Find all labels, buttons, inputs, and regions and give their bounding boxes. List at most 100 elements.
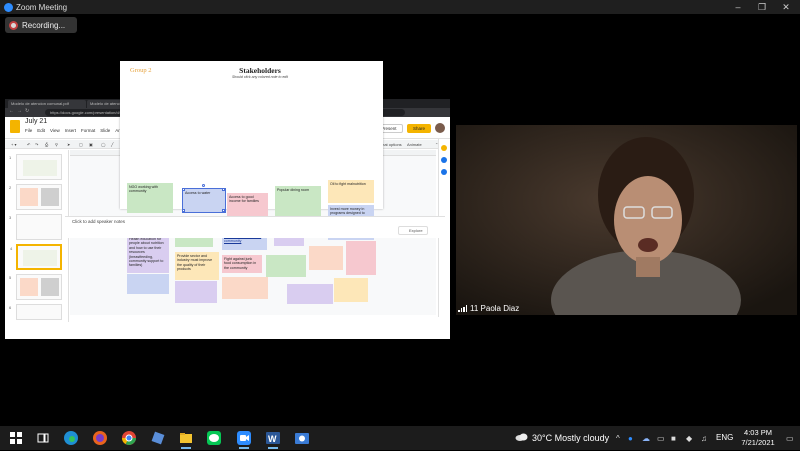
menu-slide[interactable]: Slide	[100, 128, 110, 133]
taskbar	[0, 426, 800, 450]
resize-handle[interactable]	[222, 209, 225, 212]
sticky-note-empty[interactable]	[309, 246, 343, 270]
forward-icon[interactable]: →	[17, 108, 22, 114]
group-label: Group 2	[130, 67, 152, 74]
explore-button[interactable]: Explore	[398, 226, 428, 235]
clock[interactable]: 4:03 PM 7/21/2021	[738, 428, 778, 448]
start-icon[interactable]	[8, 430, 24, 446]
slide-thumbnail[interactable]: 1	[9, 154, 62, 180]
participant-name: 11 Paola Diaz	[470, 304, 520, 313]
restore-icon[interactable]: ❐	[752, 0, 772, 14]
zoom-tray-icon[interactable]: ●	[628, 434, 633, 443]
participant-video-feed	[456, 125, 797, 315]
sticky-note-empty[interactable]	[346, 241, 376, 275]
sticky-note-empty[interactable]	[175, 281, 217, 303]
sticky-note-empty[interactable]	[334, 278, 368, 302]
camera-icon[interactable]	[294, 430, 310, 446]
contacts-icon[interactable]	[441, 169, 447, 175]
resize-handle[interactable]	[182, 188, 185, 191]
sticky-note-empty[interactable]	[127, 274, 169, 294]
weather-temp: 30°C	[532, 433, 553, 443]
slides-logo-icon[interactable]	[10, 120, 20, 133]
battery-icon[interactable]: ▭	[657, 434, 665, 443]
resize-handle[interactable]	[182, 209, 185, 212]
sticky-note[interactable]: Oil to fight malnutrition	[328, 180, 374, 203]
word-icon[interactable]: W	[265, 430, 281, 449]
notifications-icon[interactable]: ▭	[786, 434, 794, 443]
tasks-icon[interactable]	[441, 157, 447, 163]
slide-title: Stakeholders	[239, 66, 281, 75]
menu-edit[interactable]: Edit	[37, 128, 45, 133]
sticky-note[interactable]: Health education for people about nutrit…	[127, 235, 169, 273]
recording-label: Recording...	[22, 20, 66, 30]
rotate-handle[interactable]	[202, 184, 205, 187]
edge-icon[interactable]	[63, 430, 79, 446]
wifi-icon[interactable]: ◆	[686, 434, 692, 443]
sticky-note[interactable]: NGO working with community	[127, 183, 173, 213]
clock-time: 4:03 PM	[744, 428, 772, 437]
account-avatar[interactable]	[435, 123, 445, 133]
zoom-logo-icon	[4, 2, 13, 12]
weather-widget[interactable]: 30°C Mostly cloudy	[532, 433, 609, 443]
reload-icon[interactable]: ↻	[25, 108, 29, 114]
slide-filmstrip: 1 2 3 4 5 6	[5, 150, 69, 322]
image-icon[interactable]: ▣	[89, 142, 93, 147]
signal-icon	[458, 305, 467, 312]
line-icon[interactable]: ╱	[111, 142, 113, 147]
onedrive-icon[interactable]: ☁	[642, 434, 650, 443]
cursor-icon[interactable]: ➤	[67, 142, 70, 147]
language-indicator[interactable]: ENG	[716, 433, 733, 442]
add-slide-icon[interactable]: + ▾	[11, 142, 16, 147]
zoom-select-icon[interactable]: ⚲	[55, 142, 58, 147]
resize-handle[interactable]	[222, 188, 225, 191]
share-button[interactable]: Share	[407, 124, 431, 133]
firefox-icon[interactable]	[92, 430, 108, 446]
slide-thumbnail[interactable]: 6	[9, 304, 62, 320]
sticky-note[interactable]: Fight against junk food consumption in t…	[222, 255, 262, 273]
close-icon[interactable]: ✕	[776, 0, 796, 14]
minimize-icon[interactable]: –	[728, 0, 748, 14]
cloud-icon[interactable]	[515, 432, 528, 441]
menu-file[interactable]: File	[25, 128, 32, 133]
shape-icon[interactable]: ◯	[101, 142, 105, 147]
slide-thumbnail-selected[interactable]: 4	[10, 244, 62, 270]
browser-tab[interactable]: Modelo de atencion comunal.pdf	[8, 100, 86, 108]
textbox-icon[interactable]: ▢	[79, 142, 83, 147]
window-title: Zoom Meeting	[16, 2, 68, 12]
slide-thumbnail[interactable]: 5	[9, 274, 62, 300]
tray-overflow-icon[interactable]: ^	[616, 434, 620, 443]
sticky-note[interactable]: Popular dining room	[275, 186, 321, 216]
recording-icon	[9, 20, 18, 30]
menu-insert[interactable]: Insert	[65, 128, 76, 133]
recording-indicator[interactable]: Recording...	[5, 17, 77, 33]
document-title[interactable]: July 21	[25, 118, 47, 125]
sticky-note-empty[interactable]	[287, 284, 333, 304]
redo-icon[interactable]: ↷	[35, 142, 38, 147]
display-icon[interactable]: ■	[671, 434, 676, 443]
sticky-note-selected[interactable]: Access to water	[182, 188, 226, 213]
slide-thumbnail[interactable]: 3	[9, 214, 62, 240]
zoom-icon[interactable]	[236, 430, 252, 449]
chrome-icon[interactable]	[121, 430, 137, 446]
svg-text:W: W	[268, 434, 277, 444]
back-icon[interactable]: ←	[9, 108, 14, 114]
task-view-icon[interactable]	[35, 430, 51, 446]
slide-thumbnail[interactable]: 2	[9, 184, 62, 210]
file-explorer-icon[interactable]	[178, 430, 194, 449]
menu-format[interactable]: Format	[81, 128, 95, 133]
speaker-notes-placeholder[interactable]: Click to add speaker notes	[72, 219, 125, 224]
sticky-note[interactable]: Provide sector and industry must improve…	[175, 252, 219, 280]
print-icon[interactable]: ⎙	[45, 142, 48, 147]
keep-icon[interactable]	[441, 145, 447, 151]
line-icon[interactable]	[206, 430, 222, 446]
menu-view[interactable]: View	[50, 128, 60, 133]
participant-video[interactable]	[456, 125, 797, 315]
sticky-note-empty[interactable]	[266, 255, 306, 277]
weather-desc: Mostly cloudy	[554, 433, 610, 443]
undo-icon[interactable]: ↶	[27, 142, 30, 147]
edge-legacy-icon[interactable]	[150, 430, 166, 446]
sticky-note-empty[interactable]	[222, 277, 268, 299]
volume-icon[interactable]: ♫	[701, 434, 707, 443]
zoom-titlebar: Zoom Meeting – ❐ ✕	[0, 0, 800, 14]
animate-button[interactable]: Animate	[407, 142, 422, 147]
